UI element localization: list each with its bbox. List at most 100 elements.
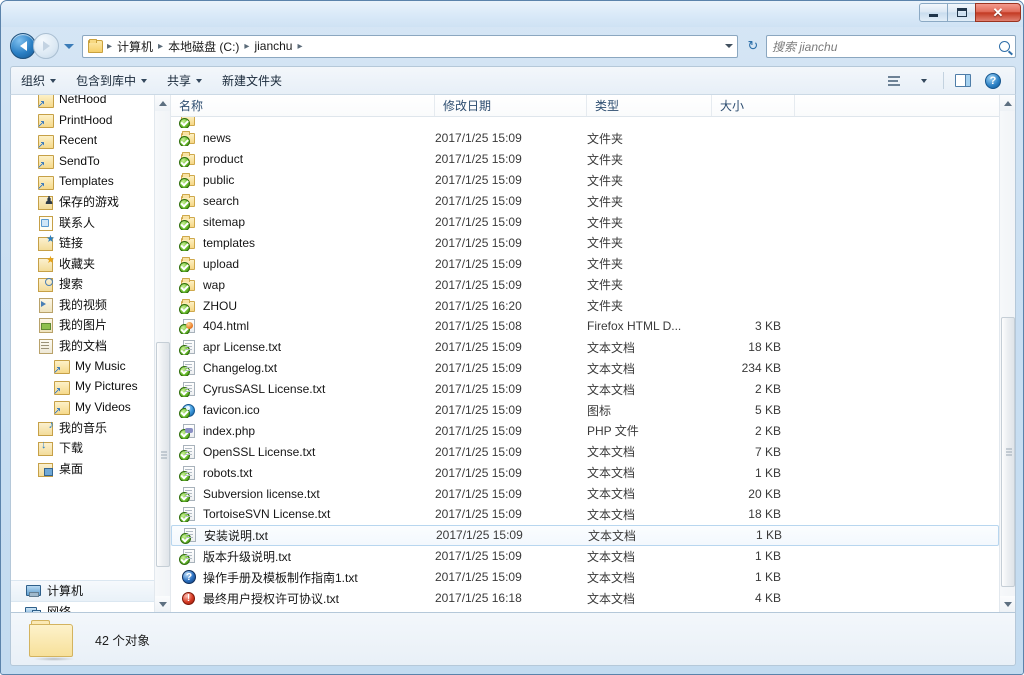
file-name-cell: OpenSSL License.txt bbox=[171, 444, 435, 460]
table-row[interactable]: public 2017/1/25 15:09 文件夹 bbox=[171, 170, 999, 191]
svn-check-icon bbox=[179, 136, 190, 147]
file-date-cell: 2017/1/25 15:09 bbox=[435, 235, 522, 250]
list-scrollbar[interactable] bbox=[999, 95, 1015, 612]
file-date-cell: 2017/1/25 15:09 bbox=[435, 507, 522, 522]
breadcrumb-local-disk[interactable]: 本地磁盘 (C:) bbox=[165, 36, 242, 57]
sidebar-item-搜索[interactable]: 搜索 bbox=[11, 274, 157, 295]
table-row[interactable]: ? 操作手册及模板制作指南1.txt 2017/1/25 15:09 文本文档 1 KB bbox=[171, 567, 999, 588]
folder-shadow bbox=[33, 657, 75, 661]
sidebar-item-链接[interactable]: 链接 bbox=[11, 233, 157, 254]
toolbar-organize-button[interactable]: 组织 bbox=[11, 70, 66, 92]
breadcrumb-computer[interactable]: 计算机 bbox=[114, 36, 156, 57]
sidebar-item-templates[interactable]: Templates bbox=[11, 171, 157, 192]
file-date-cell: 2017/1/25 15:09 bbox=[435, 131, 522, 146]
file-name-cell: Subversion license.txt bbox=[171, 486, 435, 502]
sidebar-item-my-videos[interactable]: My Videos bbox=[11, 397, 157, 418]
sidebar-item-sendto[interactable]: SendTo bbox=[11, 151, 157, 172]
sidebar-item-label: 链接 bbox=[59, 236, 84, 251]
column-header-date[interactable]: 修改日期 bbox=[435, 95, 587, 116]
table-row[interactable]: sitemap 2017/1/25 15:09 文件夹 bbox=[171, 212, 999, 233]
refresh-button[interactable]: ↻ bbox=[742, 35, 764, 57]
video-icon bbox=[37, 297, 53, 313]
nav-scrollbar[interactable] bbox=[154, 95, 170, 612]
file-size-cell: 5 KB bbox=[754, 403, 781, 418]
sidebar-item-my-pictures[interactable]: My Pictures bbox=[11, 376, 157, 397]
help-icon[interactable]: ? bbox=[979, 70, 1007, 92]
table-row[interactable]: CyrusSASL License.txt 2017/1/25 15:09 文本文档… bbox=[171, 379, 999, 400]
list-scroll-up-button[interactable] bbox=[1000, 95, 1015, 111]
nav-scroll-down-button[interactable] bbox=[155, 596, 170, 612]
table-row[interactable]: Changelog.txt 2017/1/25 15:09 文本文档 234 KB bbox=[171, 358, 999, 379]
toolbar-new-folder-button[interactable]: 新建文件夹 bbox=[212, 70, 292, 92]
table-row[interactable]: ! 最终用户授权许可协议.txt 2017/1/25 16:18 文本文档 4 KB bbox=[171, 588, 999, 609]
column-header-name[interactable]: 名称 bbox=[171, 95, 435, 116]
table-row[interactable]: favicon.ico 2017/1/25 15:09 图标 5 KB bbox=[171, 400, 999, 421]
sidebar-item-computer[interactable]: 计算机 bbox=[11, 579, 157, 602]
nav-scrollbar-thumb[interactable] bbox=[156, 342, 170, 567]
table-row[interactable] bbox=[171, 117, 999, 128]
table-row[interactable]: TortoiseSVN License.txt 2017/1/25 15:09 文本… bbox=[171, 504, 999, 525]
svn-check-icon bbox=[179, 118, 190, 128]
file-type-cell: 文件夹 bbox=[587, 257, 624, 272]
preview-pane-icon[interactable] bbox=[949, 70, 977, 92]
sidebar-item-我的视频[interactable]: 我的视频 bbox=[11, 294, 157, 315]
table-row[interactable]: robots.txt 2017/1/25 15:09 文本文档 1 KB bbox=[171, 462, 999, 483]
search-input[interactable]: 搜索 jianchu bbox=[766, 34, 1016, 58]
table-row[interactable]: upload 2017/1/25 15:09 文件夹 bbox=[171, 253, 999, 274]
table-row[interactable]: index.php 2017/1/25 15:09 PHP 文件 2 KB bbox=[171, 420, 999, 441]
toolbar-include-in-library-button[interactable]: 包含到库中 bbox=[66, 70, 157, 92]
breadcrumb-jianchu[interactable]: jianchu bbox=[251, 37, 295, 55]
fav-icon bbox=[37, 255, 55, 272]
view-list-icon[interactable] bbox=[880, 70, 908, 92]
sidebar-item-桌面[interactable]: 桌面 bbox=[11, 458, 157, 479]
breadcrumb-separator[interactable]: ▸ bbox=[156, 41, 165, 52]
list-scroll-down-button[interactable] bbox=[1000, 596, 1015, 612]
sidebar-item-收藏夹[interactable]: 收藏夹 bbox=[11, 253, 157, 274]
address-dropdown-button[interactable] bbox=[725, 36, 733, 57]
file-list-pane[interactable]: 名称 修改日期 类型 大小 news 2017/1/25 15:09 文件夹 prod… bbox=[171, 95, 1015, 612]
breadcrumb-separator[interactable]: ▸ bbox=[105, 41, 114, 52]
table-row[interactable]: 版本升级说明.txt 2017/1/25 15:09 文本文档 1 KB bbox=[171, 546, 999, 567]
sidebar-item-保存的游戏[interactable]: 保存的游戏 bbox=[11, 192, 157, 213]
sidebar-item-my-music[interactable]: My Music bbox=[11, 356, 157, 377]
sidebar-item-我的图片[interactable]: 我的图片 bbox=[11, 315, 157, 336]
recent-pages-chevron-down-icon[interactable] bbox=[64, 43, 74, 49]
table-row[interactable]: product 2017/1/25 15:09 文件夹 bbox=[171, 149, 999, 170]
breadcrumb-separator[interactable]: ▸ bbox=[295, 41, 304, 52]
address-bar[interactable]: ▸ 计算机 ▸ 本地磁盘 (C:) ▸ jianchu ▸ bbox=[82, 34, 738, 58]
close-button[interactable]: ✕ bbox=[975, 2, 1021, 22]
toolbar-share-button[interactable]: 共享 bbox=[157, 70, 212, 92]
column-header-type[interactable]: 类型 bbox=[587, 95, 712, 116]
sidebar-item-nethood[interactable]: NetHood bbox=[11, 95, 157, 110]
column-header-size[interactable]: 大小 bbox=[712, 95, 795, 116]
sidebar-item-联系人[interactable]: 联系人 bbox=[11, 212, 157, 233]
file-size-cell: 1 KB bbox=[754, 570, 781, 585]
table-row[interactable]: 安装说明.txt 2017/1/25 15:09 文本文档 1 KB bbox=[171, 524, 999, 546]
sidebar-item-我的文档[interactable]: 我的文档 bbox=[11, 335, 157, 356]
folder-body-shape bbox=[29, 624, 73, 657]
sidebar-item-下载[interactable]: 下载 bbox=[11, 438, 157, 459]
forward-button[interactable] bbox=[33, 33, 59, 59]
navigation-pane[interactable]: NetHood PrintHood Recent SendTo Templates 保存的… bbox=[11, 95, 171, 612]
sidebar-item-recent[interactable]: Recent bbox=[11, 130, 157, 151]
sidebar-item-我的音乐[interactable]: 我的音乐 bbox=[11, 417, 157, 438]
maximize-button[interactable] bbox=[947, 2, 976, 22]
doc-file-icon bbox=[179, 486, 197, 502]
table-row[interactable]: apr License.txt 2017/1/25 15:09 文本文档 18 KB bbox=[171, 337, 999, 358]
search-icon bbox=[999, 40, 1010, 52]
table-row[interactable]: news 2017/1/25 15:09 文件夹 bbox=[171, 128, 999, 149]
sidebar-item-printhood[interactable]: PrintHood bbox=[11, 110, 157, 131]
list-scrollbar-thumb[interactable] bbox=[1001, 317, 1015, 587]
nav-scroll-up-button[interactable] bbox=[155, 95, 170, 111]
breadcrumb-separator[interactable]: ▸ bbox=[242, 41, 251, 52]
table-row[interactable]: Subversion license.txt 2017/1/25 15:09 文本文… bbox=[171, 483, 999, 504]
table-row[interactable]: wap 2017/1/25 15:09 文件夹 bbox=[171, 274, 999, 295]
table-row[interactable]: templates 2017/1/25 15:09 文件夹 bbox=[171, 232, 999, 253]
minimize-button[interactable] bbox=[919, 2, 948, 22]
sidebar-item-network[interactable]: 网络 bbox=[11, 602, 157, 612]
table-row[interactable]: ZHOU 2017/1/25 16:20 文件夹 bbox=[171, 295, 999, 316]
table-row[interactable]: 404.html 2017/1/25 15:08 Firefox HTML D...… bbox=[171, 316, 999, 337]
table-row[interactable]: OpenSSL License.txt 2017/1/25 15:09 文本文档 7 … bbox=[171, 441, 999, 462]
table-row[interactable]: search 2017/1/25 15:09 文件夹 bbox=[171, 191, 999, 212]
view-dropdown-button[interactable] bbox=[910, 70, 938, 92]
